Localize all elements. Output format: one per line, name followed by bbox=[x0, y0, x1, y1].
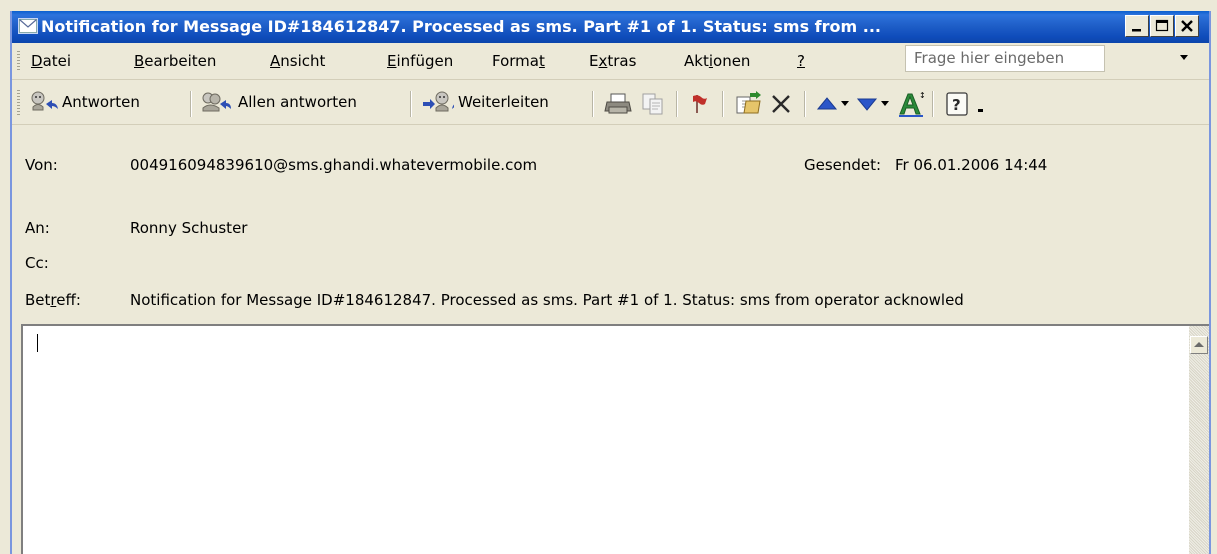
to-value[interactable]: Ronny Schuster bbox=[130, 219, 247, 237]
close-icon bbox=[1181, 20, 1193, 32]
chevron-up-icon bbox=[1194, 342, 1204, 347]
text-caret bbox=[37, 334, 38, 352]
menubar-grip[interactable] bbox=[17, 51, 20, 71]
help-icon[interactable]: ? bbox=[944, 90, 972, 118]
to-label: An: bbox=[25, 219, 50, 237]
menu-item-4[interactable]: Format bbox=[492, 52, 545, 70]
minimize-icon bbox=[1132, 29, 1141, 32]
svg-text:?: ? bbox=[952, 96, 961, 114]
window-frame: Notification for Message ID#184612847. P… bbox=[10, 11, 1211, 554]
flag-icon[interactable] bbox=[689, 92, 711, 116]
font-size-icon[interactable]: ↕ bbox=[896, 90, 926, 118]
mail-envelope-icon bbox=[18, 18, 38, 34]
window-title: Notification for Message ID#184612847. P… bbox=[41, 17, 881, 36]
ask-question-input[interactable]: Frage hier eingeben bbox=[905, 45, 1105, 72]
menu-item-2[interactable]: Ansicht bbox=[270, 52, 325, 70]
toolbar-separator bbox=[410, 91, 412, 117]
toolbar-grip[interactable] bbox=[17, 90, 20, 116]
menu-item-6[interactable]: Aktionen bbox=[684, 52, 750, 70]
delete-icon[interactable] bbox=[770, 93, 792, 115]
sent-label: Gesendet: bbox=[804, 156, 882, 174]
sent-value: Fr 06.01.2006 14:44 bbox=[895, 156, 1048, 174]
svg-text:↕: ↕ bbox=[919, 91, 926, 100]
next-item-icon[interactable] bbox=[856, 95, 878, 113]
subject-label-pre: Bet bbox=[25, 291, 51, 309]
toolbar-separator bbox=[676, 91, 678, 117]
message-window: Notification for Message ID#184612847. P… bbox=[0, 0, 1217, 554]
vertical-scrollbar[interactable] bbox=[1189, 326, 1209, 554]
toolbar-separator bbox=[722, 91, 724, 117]
menu-item-5[interactable]: Extras bbox=[589, 52, 636, 70]
subject-label-post: eff: bbox=[56, 291, 81, 309]
menu-item-0[interactable]: Datei bbox=[31, 52, 71, 70]
close-button[interactable] bbox=[1175, 15, 1199, 37]
from-value[interactable]: 004916094839610@sms.ghandi.whatevermobil… bbox=[130, 156, 537, 174]
minimize-button[interactable] bbox=[1125, 15, 1149, 37]
toolbar-separator bbox=[804, 91, 806, 117]
forward-icon bbox=[423, 91, 454, 112]
maximize-button[interactable] bbox=[1150, 15, 1174, 37]
forward-button[interactable]: Weiterleiten bbox=[420, 90, 584, 116]
chevron-down-icon[interactable] bbox=[1179, 54, 1189, 62]
menu-item-1[interactable]: Bearbeiten bbox=[134, 52, 216, 70]
subject-label: Betreff: bbox=[25, 291, 81, 309]
message-body[interactable] bbox=[21, 324, 1209, 554]
title-bar[interactable]: Notification for Message ID#184612847. P… bbox=[12, 11, 1209, 43]
reply-all-button[interactable]: Allen antworten bbox=[200, 90, 404, 116]
from-label: Von: bbox=[25, 156, 58, 174]
forward-label: Weiterleiten bbox=[458, 93, 549, 111]
reply-button[interactable]: Antworten bbox=[28, 90, 184, 116]
toolbar-options-icon[interactable] bbox=[976, 107, 986, 113]
chevron-down-icon[interactable] bbox=[840, 100, 850, 108]
reply-icon bbox=[31, 91, 58, 111]
previous-item-icon[interactable] bbox=[816, 95, 838, 113]
reply-all-icon bbox=[202, 92, 231, 112]
toolbar-separator bbox=[932, 91, 934, 117]
menu-item-3[interactable]: Einfügen bbox=[387, 52, 453, 70]
menu-bar: Datei Bearbeiten Ansicht Einfügen Format Extr… bbox=[12, 43, 1209, 80]
menu-item-7[interactable]: ? bbox=[797, 52, 805, 70]
print-icon[interactable] bbox=[604, 92, 632, 116]
toolbar-separator bbox=[190, 91, 192, 117]
scroll-up-button[interactable] bbox=[1190, 336, 1208, 354]
toolbar: Antworten Allen antworten Weiterleiten ↕… bbox=[12, 80, 1209, 125]
maximize-icon bbox=[1155, 19, 1169, 32]
chevron-down-icon[interactable] bbox=[880, 100, 890, 108]
toolbar-separator bbox=[592, 91, 594, 117]
cc-label: Cc: bbox=[25, 254, 49, 272]
subject-value[interactable]: Notification for Message ID#184612847. P… bbox=[130, 291, 964, 309]
reply-label: Antworten bbox=[62, 93, 140, 111]
move-to-folder-icon[interactable] bbox=[734, 91, 764, 117]
reply-all-label: Allen antworten bbox=[238, 93, 357, 111]
copy-icon[interactable] bbox=[640, 92, 666, 116]
